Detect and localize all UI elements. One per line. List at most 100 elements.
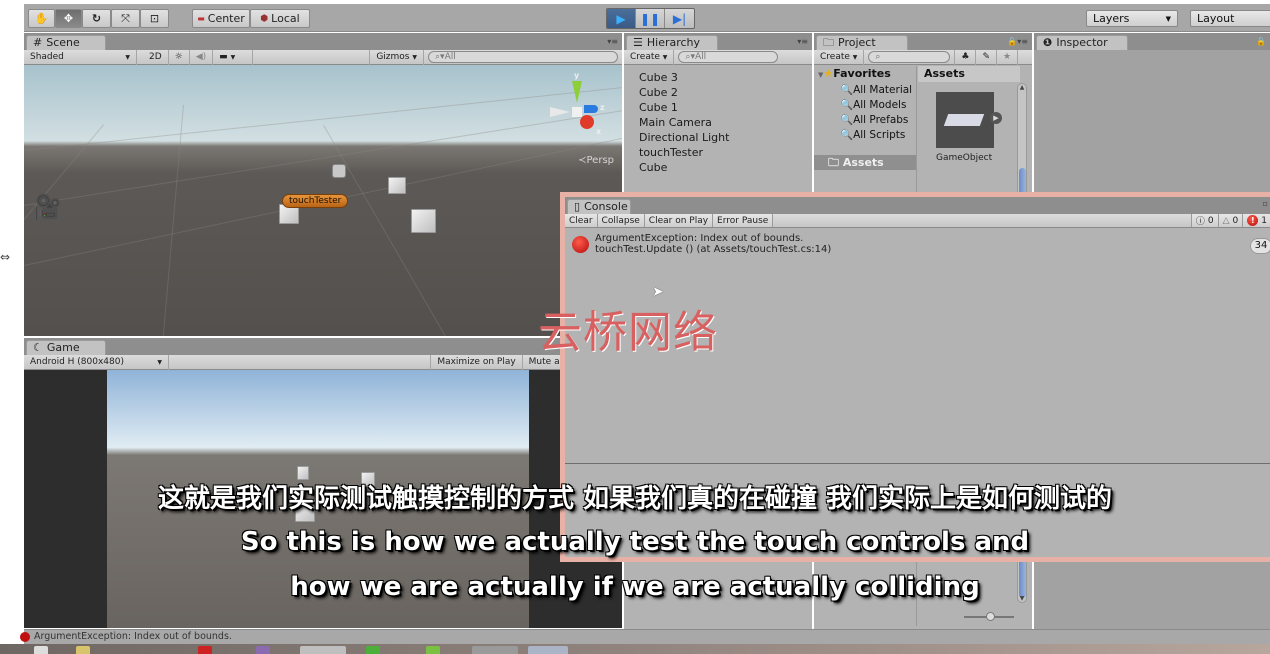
list-icon: ☰ [633, 36, 643, 49]
taskbar-app-icon[interactable] [472, 646, 518, 654]
panel-menu-icon[interactable]: ▾≡ [797, 37, 808, 46]
rect-tool-button[interactable]: ⊡ [140, 9, 169, 28]
tab-inspector[interactable]: ❶ Inspector [1036, 35, 1128, 50]
hierarchy-item[interactable]: Cube 1 [639, 100, 729, 115]
favorite-item[interactable]: 🔍All Scripts [814, 128, 916, 143]
hierarchy-item[interactable]: Cube [639, 160, 729, 175]
taskbar-app-icon[interactable] [426, 646, 440, 654]
taskbar-app-icon[interactable] [366, 646, 380, 654]
light-gizmo-icon[interactable] [332, 164, 346, 178]
hand-tool-button[interactable]: ✋ [28, 9, 55, 28]
taskbar-app-icon[interactable] [528, 646, 568, 654]
favorite-item[interactable]: 🔍All Prefabs [814, 113, 916, 128]
hierarchy-search-input[interactable]: ⌕▾ All [678, 51, 779, 63]
pivot-center-button[interactable]: ▬ Center [192, 9, 250, 28]
image-icon: ▬ [219, 52, 228, 62]
tab-project[interactable]: 🗀 Project [816, 35, 908, 50]
assets-folder[interactable]: 🗀 Assets [814, 155, 916, 170]
panel-menu-icon[interactable]: ▾≡ [607, 37, 618, 46]
cube[interactable] [388, 177, 406, 194]
log-filter-toggle[interactable]: ⓘ 0 [1190, 214, 1219, 227]
star-icon: ★ [823, 67, 834, 80]
hierarchy-create-dropdown[interactable]: Create ▼ [624, 49, 675, 65]
orientation-gizmo[interactable]: y z x [548, 71, 608, 143]
chevron-down-icon: ▼ [157, 358, 162, 366]
tab-console[interactable]: ▯ Console [567, 199, 631, 214]
tab-hierarchy[interactable]: ☰ Hierarchy [626, 35, 718, 50]
hierarchy-item[interactable]: touchTester [639, 145, 729, 160]
cube[interactable] [411, 209, 436, 233]
layout-dropdown[interactable]: Layout [1190, 10, 1270, 27]
gizmos-dropdown[interactable]: Gizmos ▼ [369, 49, 424, 65]
scene-viewport[interactable]: 🎥 touchTester y z x ≺Persp [24, 65, 622, 336]
taskbar-app-icon[interactable] [198, 646, 212, 654]
search-icon: ⌕ [875, 52, 881, 62]
expand-asset-icon[interactable]: ▶ [990, 112, 1002, 124]
favorites-folder[interactable]: ▼★Favorites [814, 66, 916, 83]
assets-header: Assets [918, 66, 1020, 82]
effects-dropdown[interactable]: ▬ ▼ [213, 49, 254, 65]
hierarchy-item[interactable]: Cube 2 [639, 85, 729, 100]
touchtester-label[interactable]: touchTester [282, 194, 349, 208]
scroll-up-icon[interactable]: ▲ [1018, 84, 1026, 91]
console-clear-on-play-button[interactable]: Clear on Play [644, 214, 714, 227]
scale-tool-button[interactable]: ⤧ [111, 9, 140, 28]
filter-type-button[interactable]: ♣ [954, 49, 977, 65]
shading-mode-dropdown[interactable]: Shaded ▼ [24, 49, 137, 65]
step-button[interactable]: ▶| [665, 9, 694, 28]
lock-icon[interactable]: 🔒 [1256, 37, 1266, 46]
console-clear-button[interactable]: Clear [565, 214, 598, 227]
status-bar[interactable]: ArgumentException: Index out of bounds. [20, 629, 1270, 644]
hierarchy-item[interactable]: Main Camera [639, 115, 729, 130]
maximize-on-play-toggle[interactable]: Maximize on Play [430, 354, 523, 370]
asset-thumbnail[interactable]: ▶ [936, 92, 1002, 148]
window-controls-icon[interactable]: ▫ [1263, 199, 1268, 208]
pivot-local-button[interactable]: ⬢ Local [250, 9, 310, 28]
play-button[interactable]: ▶ [607, 9, 636, 28]
error-filter-toggle[interactable]: ! 1 [1243, 214, 1270, 227]
hierarchy-item[interactable]: Cube 3 [639, 70, 729, 85]
favorite-button[interactable]: ★ [997, 49, 1019, 65]
layers-dropdown[interactable]: Layers ▼ [1086, 10, 1178, 27]
scene-search-input[interactable]: ⌕▾ All [428, 51, 618, 63]
taskbar-app-icon[interactable] [34, 646, 48, 654]
taskbar-app-icon[interactable] [256, 646, 270, 654]
console-collapse-button[interactable]: Collapse [597, 214, 645, 227]
x-axis-label: x [596, 127, 602, 136]
rotate-tool-button[interactable]: ↻ [82, 9, 111, 28]
audio-toggle[interactable]: ◀) [190, 49, 214, 65]
favorite-item[interactable]: 🔍All Models [814, 98, 916, 113]
shapes-icon: ♣ [961, 52, 970, 62]
console-log-entry[interactable]: ArgumentException: Index out of bounds. … [565, 228, 1270, 258]
game-toolbar: Android H (800x480) ▼ Maximize on Play Mu… [24, 354, 622, 370]
slider-handle[interactable] [986, 612, 995, 621]
resize-cursor-icon: ⇔ [0, 250, 11, 264]
filter-label-button[interactable]: ✎ [976, 49, 998, 65]
2d-toggle[interactable]: 2D [143, 49, 169, 65]
resolution-dropdown[interactable]: Android H (800x480) ▼ [24, 354, 169, 370]
project-create-dropdown[interactable]: Create ▼ [814, 49, 865, 65]
taskbar-app-icon[interactable] [300, 646, 346, 654]
console-detail-divider[interactable] [565, 463, 1270, 464]
move-tool-button[interactable]: ✥ [55, 9, 82, 28]
subtitle-english-line2: how we are actually if we are actually c… [290, 572, 980, 602]
projection-toggle[interactable]: ≺Persp [578, 155, 614, 166]
game-icon: ☾ [33, 341, 43, 354]
camera-gizmo-icon[interactable]: 🎥 [32, 193, 62, 221]
project-search-input[interactable]: ⌕ [868, 51, 951, 63]
lock-icon[interactable]: 🔒▾≡ [1007, 37, 1028, 46]
thumbnail-size-slider[interactable] [964, 612, 1014, 621]
hierarchy-item[interactable]: Directional Light [639, 130, 729, 145]
chevron-down-icon: ▼ [230, 53, 236, 61]
pause-button[interactable]: ❚❚ [636, 9, 665, 28]
tab-scene[interactable]: # Scene [26, 35, 106, 50]
console-error-pause-button[interactable]: Error Pause [713, 214, 774, 227]
taskbar-app-icon[interactable] [76, 646, 90, 654]
warning-filter-toggle[interactable]: △ 0 [1218, 214, 1244, 227]
tab-game[interactable]: ☾ Game [26, 340, 106, 355]
favorite-item[interactable]: 🔍All Material [814, 83, 916, 98]
log-stacktrace: touchTest.Update () (at Assets/touchTest… [595, 244, 832, 255]
console-tabstrip: ▯ Console ▫ [565, 197, 1270, 214]
chevron-down-icon: ▼ [662, 53, 668, 61]
lighting-toggle[interactable]: ☼ [169, 49, 190, 65]
